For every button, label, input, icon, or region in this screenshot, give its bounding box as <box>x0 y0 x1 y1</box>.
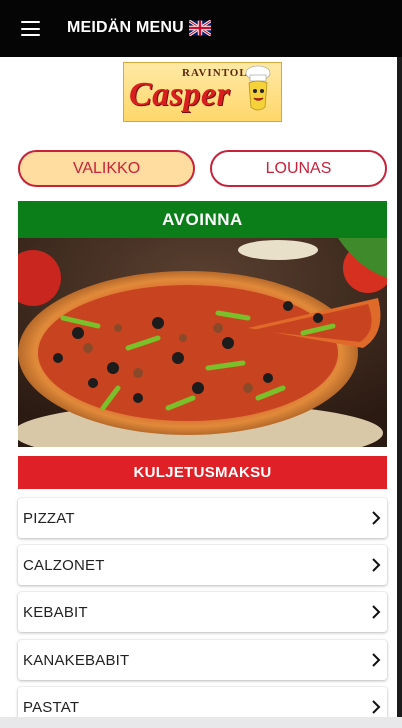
scroll-edge <box>397 57 402 717</box>
open-status-banner: AVOINNA <box>18 201 387 238</box>
category-kanakebabit[interactable]: KANAKEBABIT <box>18 640 387 680</box>
pizza-photo <box>18 238 387 447</box>
bottom-edge <box>0 717 402 728</box>
category-label: KEBABIT <box>23 603 88 621</box>
restaurant-logo: RAVINTOLA Casper <box>123 62 282 122</box>
chevron-right-icon <box>372 558 381 572</box>
category-calzonet[interactable]: CALZONET <box>18 545 387 585</box>
tab-lounas[interactable]: LOUNAS <box>210 150 387 187</box>
category-label: PASTAT <box>23 698 80 716</box>
logo-line-2: Casper <box>129 76 231 113</box>
hamburger-icon[interactable] <box>21 21 40 36</box>
page-title: MEIDÄN MENU <box>67 19 184 36</box>
category-pizzat[interactable]: PIZZAT <box>18 498 387 538</box>
category-kebabit[interactable]: KEBABIT <box>18 592 387 632</box>
chevron-right-icon <box>372 605 381 619</box>
chevron-right-icon <box>372 511 381 525</box>
chef-mascot-icon <box>245 65 271 111</box>
top-app-bar: MEIDÄN MENU <box>0 0 402 57</box>
category-label: PIZZAT <box>23 509 75 527</box>
chevron-right-icon <box>372 700 381 714</box>
category-label: KANAKEBABIT <box>23 651 130 669</box>
tab-valikko[interactable]: VALIKKO <box>18 150 195 187</box>
delivery-fee-button[interactable]: KULJETUSMAKSU <box>18 456 387 489</box>
uk-flag-icon[interactable] <box>189 20 211 36</box>
app-screen: MEIDÄN MENU RAVINTOLA Casper VALIKKO LOU… <box>0 0 402 728</box>
category-label: CALZONET <box>23 556 105 574</box>
chevron-right-icon <box>372 653 381 667</box>
